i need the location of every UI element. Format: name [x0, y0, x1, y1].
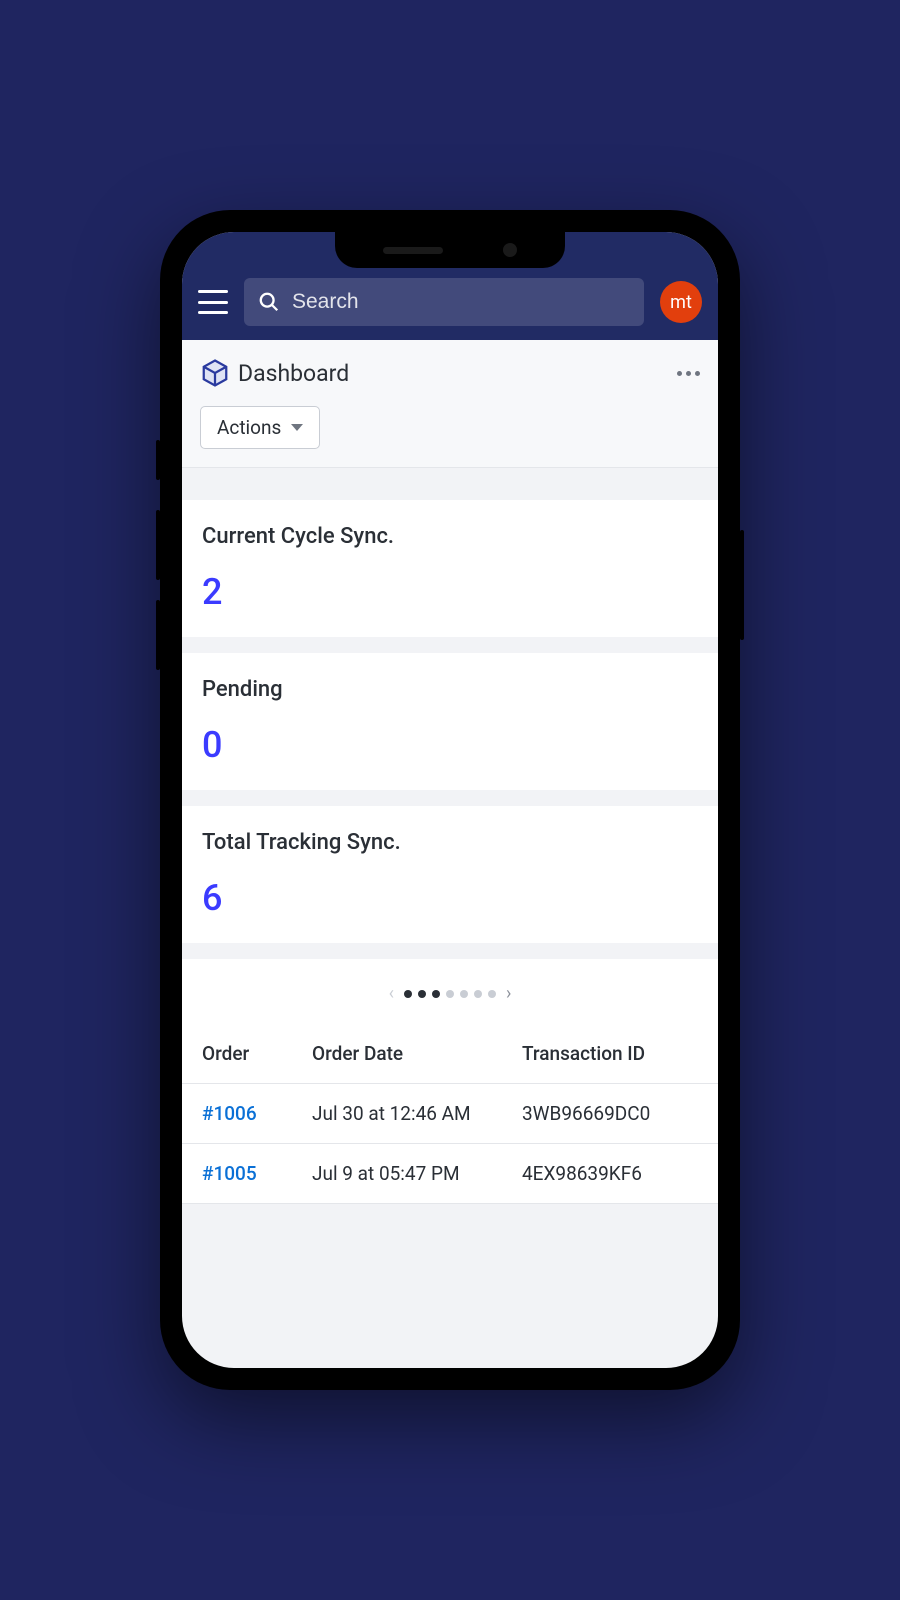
- order-link[interactable]: #1005: [202, 1162, 312, 1185]
- txn-id: 4EX98639KF6: [522, 1162, 698, 1185]
- col-order: Order: [202, 1042, 312, 1065]
- pager-dots: [404, 990, 496, 998]
- stat-label: Current Cycle Sync.: [202, 524, 698, 549]
- package-icon: [200, 358, 230, 388]
- title-row: Dashboard: [182, 340, 718, 396]
- txn-id: 3WB96669DC0: [522, 1102, 698, 1125]
- order-link[interactable]: #1006: [202, 1102, 312, 1125]
- orders-table: Order Order Date Transaction ID #1006 Ju…: [182, 1024, 718, 1204]
- pager-dot[interactable]: [432, 990, 440, 998]
- pager-dot[interactable]: [418, 990, 426, 998]
- stat-card-total-tracking: Total Tracking Sync. 6: [182, 806, 718, 943]
- pager: ‹ ›: [182, 959, 718, 1024]
- pager-dot[interactable]: [474, 990, 482, 998]
- stat-card-pending: Pending 0: [182, 653, 718, 790]
- table-row: #1005 Jul 9 at 05:47 PM 4EX98639KF6: [182, 1144, 718, 1204]
- actions-dropdown[interactable]: Actions: [200, 406, 320, 449]
- search-field[interactable]: [244, 278, 644, 326]
- col-date: Order Date: [312, 1042, 522, 1065]
- stat-value: 0: [202, 724, 698, 766]
- stat-value: 2: [202, 571, 698, 613]
- actions-label: Actions: [217, 416, 281, 439]
- pager-dot[interactable]: [460, 990, 468, 998]
- table-header: Order Order Date Transaction ID: [182, 1024, 718, 1084]
- page-title: Dashboard: [238, 360, 349, 387]
- chevron-down-icon: [291, 424, 303, 431]
- order-date: Jul 9 at 05:47 PM: [312, 1162, 522, 1185]
- stat-label: Total Tracking Sync.: [202, 830, 698, 855]
- col-txn: Transaction ID: [522, 1042, 698, 1065]
- search-input[interactable]: [292, 290, 630, 314]
- pager-next-icon[interactable]: ›: [506, 983, 511, 1004]
- pager-dot[interactable]: [446, 990, 454, 998]
- stat-label: Pending: [202, 677, 698, 702]
- avatar[interactable]: mt: [660, 281, 702, 323]
- pager-dot[interactable]: [488, 990, 496, 998]
- stat-value: 6: [202, 877, 698, 919]
- stat-card-current-cycle: Current Cycle Sync. 2: [182, 500, 718, 637]
- more-icon[interactable]: [677, 371, 700, 376]
- table-row: #1006 Jul 30 at 12:46 AM 3WB96669DC0: [182, 1084, 718, 1144]
- pager-dot[interactable]: [404, 990, 412, 998]
- search-icon: [258, 291, 280, 313]
- pager-prev-icon[interactable]: ‹: [389, 983, 394, 1004]
- order-date: Jul 30 at 12:46 AM: [312, 1102, 522, 1125]
- menu-icon[interactable]: [198, 290, 228, 314]
- actions-row: Actions: [182, 396, 718, 468]
